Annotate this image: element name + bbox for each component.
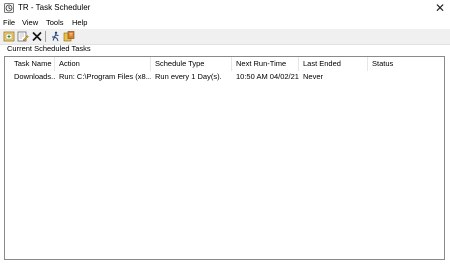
cell-task-name: Downloads...	[14, 72, 55, 81]
task-list[interactable]: Task Name Action Schedule Type Next Run-…	[4, 56, 445, 260]
column-header-task-name[interactable]: Task Name	[10, 57, 55, 71]
menu-file[interactable]: File	[3, 17, 15, 28]
cell-next-run-time: 10:50 AM 04/02/21	[236, 72, 299, 81]
section-label: Current Scheduled Tasks	[7, 44, 91, 53]
delete-icon[interactable]	[31, 31, 43, 42]
cell-schedule-type: Run every 1 Day(s).	[155, 72, 222, 81]
run-task-icon[interactable]	[49, 31, 61, 42]
menu-tools[interactable]: Tools	[46, 17, 64, 28]
menu-help[interactable]: Help	[72, 17, 87, 28]
menu-bar: File View Tools Help	[0, 17, 450, 28]
cell-action: Run: C:\Program Files (x8...	[59, 72, 151, 81]
toolbar-separator	[45, 31, 46, 42]
title-bar: TR - Task Scheduler ✕	[0, 0, 450, 17]
menu-view[interactable]: View	[22, 17, 38, 28]
column-header-schedule-type[interactable]: Schedule Type	[151, 57, 232, 71]
cell-last-ended: Never	[303, 72, 324, 81]
app-icon	[4, 3, 14, 13]
column-header-next-run-time[interactable]: Next Run-Time	[232, 57, 299, 71]
window-title: TR - Task Scheduler	[18, 3, 91, 12]
column-header-status[interactable]: Status	[368, 57, 444, 71]
add-task-icon[interactable]	[3, 31, 15, 42]
cell-status	[368, 72, 444, 82]
scheduler-icon[interactable]	[63, 31, 75, 42]
column-header-action[interactable]: Action	[55, 57, 151, 71]
close-button[interactable]: ✕	[433, 1, 447, 15]
edit-task-icon[interactable]	[17, 31, 29, 42]
column-header-last-ended[interactable]: Last Ended	[299, 57, 368, 71]
toolbar	[0, 29, 450, 45]
